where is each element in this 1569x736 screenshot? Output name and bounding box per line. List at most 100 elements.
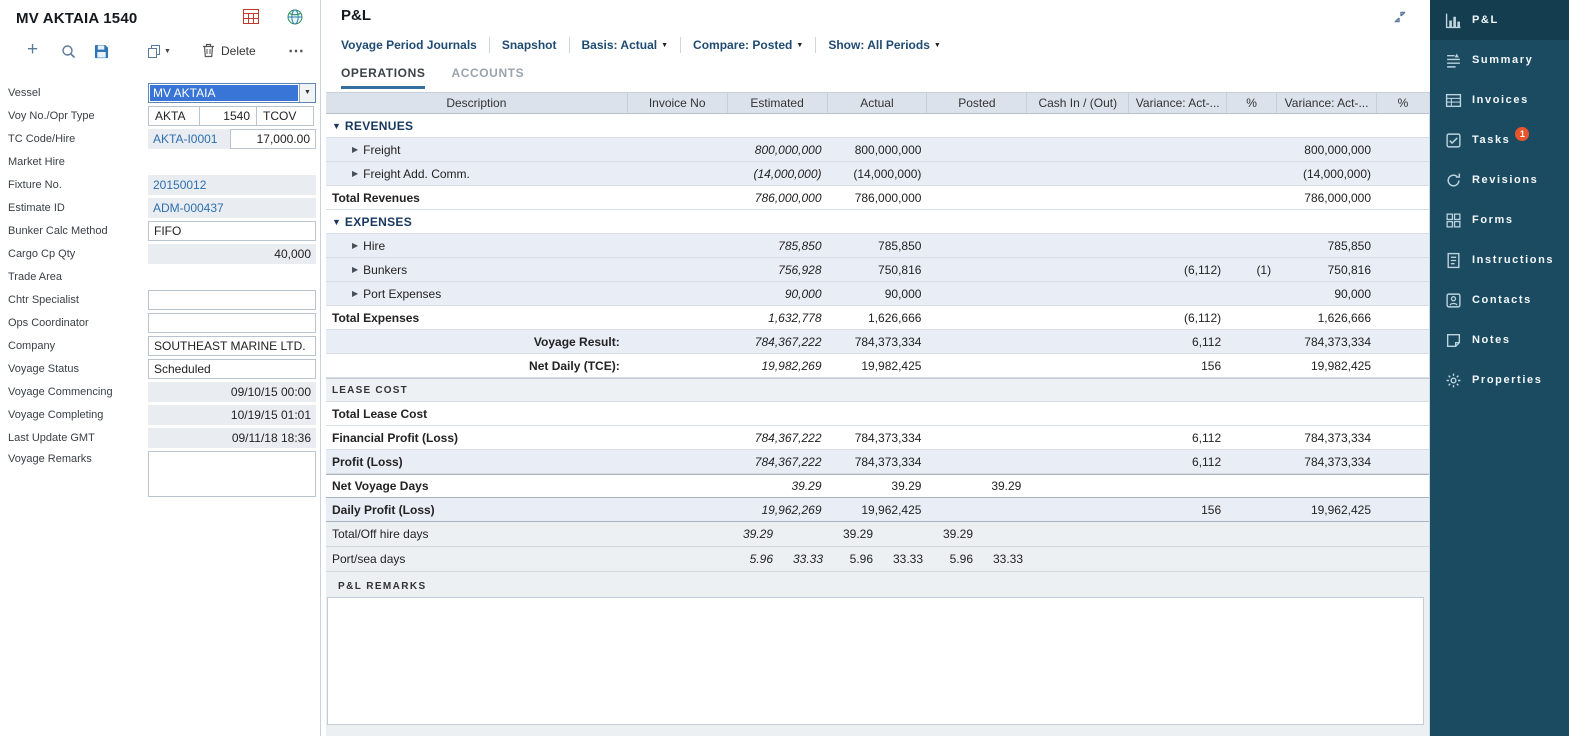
field-readonly-value[interactable]: 10/19/15 01:01 <box>148 405 316 425</box>
field-cell[interactable]: TCOV <box>256 106 314 126</box>
field-input[interactable]: SOUTHEAST MARINE LTD. <box>148 336 316 356</box>
sidebar-item-contacts[interactable]: Contacts <box>1430 280 1569 320</box>
cell-posted <box>927 402 1027 425</box>
pl-remarks-input[interactable] <box>327 597 1424 725</box>
cell-var1 <box>1129 282 1227 305</box>
field-input[interactable]: FIFO <box>148 221 316 241</box>
stat-value <box>878 527 928 541</box>
pl-row-hire[interactable]: ▶Hire785,850785,850785,850 <box>326 234 1429 258</box>
pl-row-port-expenses[interactable]: ▶Port Expenses90,00090,00090,000 <box>326 282 1429 306</box>
pl-row-total-expenses[interactable]: Total Expenses1,632,7781,626,666(6,112)1… <box>326 306 1429 330</box>
field-row-tc-code-hire: TC Code/HireAKTA-I000117,000.00 <box>0 127 320 150</box>
collapse-panel-icon[interactable] <box>1392 9 1408 25</box>
cell-act: 784,373,334 <box>828 330 928 353</box>
pl-row-financial-profit-loss[interactable]: Financial Profit (Loss)784,367,222784,37… <box>326 426 1429 450</box>
field-cell[interactable]: AKTA <box>148 106 200 126</box>
sidebar-item-tasks[interactable]: Tasks1 <box>1430 120 1569 160</box>
globe-icon[interactable] <box>287 9 303 25</box>
cell-pct1 <box>1227 498 1277 521</box>
sidebar-item-label: Revisions <box>1472 174 1538 186</box>
field-value-company: SOUTHEAST MARINE LTD. <box>148 336 316 356</box>
sidebar-item-properties[interactable]: Properties <box>1430 360 1569 400</box>
grid-icon[interactable] <box>243 9 259 24</box>
pl-row-revenues[interactable]: ▼REVENUES <box>326 114 1429 138</box>
field-input[interactable] <box>148 313 316 333</box>
row-description: ▼REVENUES <box>326 114 628 137</box>
section-label: EXPENSES <box>345 215 412 229</box>
sidebar-item-notes[interactable]: Notes <box>1430 320 1569 360</box>
field-readonly-value[interactable]: 09/10/15 00:00 <box>148 382 316 402</box>
field-input[interactable]: Scheduled <box>148 359 316 379</box>
sidebar-item-instructions[interactable]: Instructions <box>1430 240 1569 280</box>
pl-row-voyage-result[interactable]: Voyage Result:784,367,222784,373,3346,11… <box>326 330 1429 354</box>
expand-triangle-icon[interactable]: ▶ <box>352 289 358 298</box>
expand-triangle-icon[interactable]: ▶ <box>352 241 358 250</box>
column-header-posted[interactable]: Posted <box>927 93 1027 113</box>
field-label: Vessel <box>0 87 148 99</box>
action-snapshot[interactable]: Snapshot <box>490 37 570 53</box>
delete-button[interactable]: Delete <box>202 43 256 58</box>
field-cell[interactable]: 1540 <box>199 106 257 126</box>
cell-var2: 785,850 <box>1277 234 1377 257</box>
field-value-voyage-completing: 10/19/15 01:01 <box>148 405 316 425</box>
voyage-remarks-input[interactable] <box>148 451 316 497</box>
copy-button[interactable]: ▼ <box>147 44 171 59</box>
pl-row-total-revenues[interactable]: Total Revenues786,000,000786,000,000786,… <box>326 186 1429 210</box>
pl-row-daily-profit-loss[interactable]: Daily Profit (Loss)19,962,26919,962,4251… <box>326 498 1429 522</box>
column-header-col9[interactable]: % <box>1377 93 1429 113</box>
sidebar-item-invoices[interactable]: Invoices <box>1430 80 1569 120</box>
column-header-col7[interactable]: % <box>1227 93 1277 113</box>
chevron-down-icon[interactable]: ▼ <box>299 84 315 102</box>
expand-triangle-icon[interactable]: ▶ <box>352 145 358 154</box>
field-readonly-value[interactable]: 40,000 <box>148 244 316 264</box>
field-link[interactable]: 20150012 <box>148 175 316 195</box>
collapse-triangle-icon[interactable]: ▼ <box>332 121 341 131</box>
hire-rate-value[interactable]: 17,000.00 <box>230 129 316 149</box>
column-header-cash-in-out[interactable]: Cash In / (Out) <box>1027 93 1129 113</box>
collapse-triangle-icon[interactable]: ▼ <box>332 217 341 227</box>
pl-row-total-lease-cost[interactable]: Total Lease Cost <box>326 402 1429 426</box>
action-show-all-periods[interactable]: Show: All Periods▼ <box>816 37 953 53</box>
field-link[interactable]: ADM-000437 <box>148 198 316 218</box>
sidebar-item-summary[interactable]: Summary <box>1430 40 1569 80</box>
cell-act: 19,962,425 <box>828 498 928 521</box>
expand-triangle-icon[interactable]: ▶ <box>352 169 358 178</box>
action-compare-posted[interactable]: Compare: Posted▼ <box>681 37 816 53</box>
sidebar-item-revisions[interactable]: Revisions <box>1430 160 1569 200</box>
column-header-estimated[interactable]: Estimated <box>728 93 828 113</box>
stat-value: 5.96 <box>928 552 978 566</box>
pl-row-net-daily-tce[interactable]: Net Daily (TCE):19,982,26919,982,4251561… <box>326 354 1429 378</box>
pl-row-lease-cost[interactable]: LEASE COST <box>326 378 1429 402</box>
pl-row-profit-loss[interactable]: Profit (Loss)784,367,222784,373,3346,112… <box>326 450 1429 474</box>
add-button[interactable]: + <box>27 43 38 57</box>
column-header-variance-act[interactable]: Variance: Act-... <box>1129 93 1227 113</box>
column-header-invoice-no[interactable]: Invoice No <box>628 93 728 113</box>
pl-row-bunkers[interactable]: ▶Bunkers756,928750,816(6,112)(1)750,816 <box>326 258 1429 282</box>
cell-pct2 <box>1377 114 1429 137</box>
field-row-vessel: VesselMV AKTAIA▼ <box>0 81 320 104</box>
vessel-combobox[interactable]: MV AKTAIA▼ <box>148 83 316 103</box>
sidebar-item-forms[interactable]: Forms <box>1430 200 1569 240</box>
field-input[interactable] <box>148 290 316 310</box>
column-header-variance-act[interactable]: Variance: Act-... <box>1277 93 1377 113</box>
sidebar-item-p-l[interactable]: P&L <box>1430 0 1569 40</box>
field-readonly-value[interactable]: 09/11/18 18:36 <box>148 428 316 448</box>
tab-operations[interactable]: OPERATIONS <box>341 66 425 89</box>
save-button[interactable] <box>94 44 109 59</box>
cell-act: 784,373,334 <box>828 450 928 473</box>
cell-est: 785,850 <box>728 234 828 257</box>
column-header-actual[interactable]: Actual <box>828 93 928 113</box>
action-voyage-period-journals[interactable]: Voyage Period Journals <box>341 37 490 53</box>
action-basis-actual[interactable]: Basis: Actual▼ <box>570 37 682 53</box>
cell-inv <box>628 402 728 425</box>
column-header-description[interactable]: Description <box>326 93 628 113</box>
pl-row-net-voyage-days[interactable]: Net Voyage Days39.2939.2939.29 <box>326 474 1429 498</box>
tab-accounts[interactable]: ACCOUNTS <box>451 66 524 89</box>
tc-code-link[interactable]: AKTA-I0001 <box>148 129 230 149</box>
pl-row-freight-add-comm[interactable]: ▶Freight Add. Comm.(14,000,000)(14,000,0… <box>326 162 1429 186</box>
pl-row-expenses[interactable]: ▼ EXPENSES <box>326 210 1429 234</box>
search-button[interactable] <box>61 44 76 59</box>
pl-row-freight[interactable]: ▶Freight800,000,000800,000,000800,000,00… <box>326 138 1429 162</box>
expand-triangle-icon[interactable]: ▶ <box>352 265 358 274</box>
more-options-button[interactable]: ⋯ <box>288 41 304 61</box>
